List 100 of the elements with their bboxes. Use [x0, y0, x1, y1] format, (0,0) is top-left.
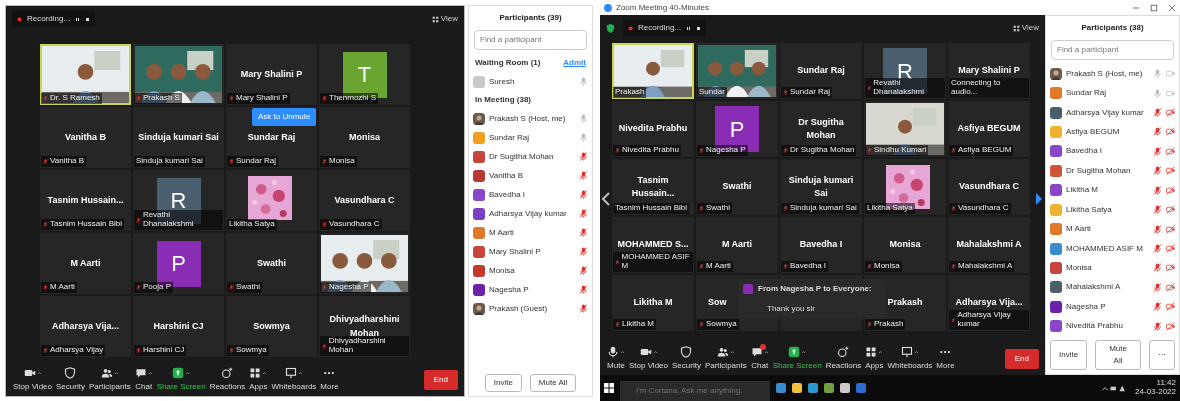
grid-icon	[431, 15, 439, 23]
panel-button[interactable]: Invite	[1050, 340, 1088, 370]
record-dot-icon	[628, 25, 633, 31]
participant-row[interactable]: Sundar Raj	[1046, 83, 1179, 103]
caret-icon[interactable]	[801, 349, 807, 355]
participant-row[interactable]: MOHAMMED ASIF M	[1046, 238, 1179, 259]
participant-row[interactable]: Prakash S (Host, me)	[469, 109, 592, 128]
caret-icon[interactable]	[113, 370, 119, 376]
panel-button[interactable]: Invite	[484, 374, 522, 392]
toolbar-button[interactable]: More	[319, 367, 340, 393]
participant-row[interactable]: Nagesha P	[1046, 297, 1179, 317]
taskbar-app-icon[interactable]	[776, 383, 786, 393]
caret-icon[interactable]	[620, 349, 625, 355]
taskbar-app-icon[interactable]	[840, 383, 850, 393]
participant-row[interactable]: Mary Shalini P	[469, 242, 592, 261]
pause-icon[interactable]	[75, 16, 81, 22]
toolbar-button[interactable]: Apps	[864, 346, 885, 372]
caret-icon[interactable]	[147, 370, 153, 376]
toolbar-button[interactable]: Reactions	[208, 367, 247, 393]
toolbar-button[interactable]: Participants	[703, 346, 748, 372]
participant-row[interactable]: Adharsya Vijay kumar	[1046, 102, 1179, 123]
participant-row[interactable]: Sundar Raj	[469, 128, 592, 147]
participant-row[interactable]: Bavedha I	[469, 185, 592, 204]
participant-row[interactable]: Likitha M	[1046, 180, 1179, 200]
participant-name: Swathi	[256, 256, 287, 270]
caret-icon[interactable]	[297, 370, 303, 376]
caret-icon[interactable]	[913, 349, 919, 355]
caret-icon[interactable]	[185, 370, 191, 376]
participant-row[interactable]: Suresh	[469, 72, 592, 91]
participant-row[interactable]: Likitha Satya	[1046, 199, 1179, 220]
pause-icon[interactable]	[686, 25, 692, 31]
close-icon[interactable]	[1168, 3, 1176, 12]
toolbar-button[interactable]: Security	[671, 346, 702, 372]
panel-button[interactable]: Mute All	[1095, 340, 1141, 370]
toolbar-button[interactable]: Stop Video	[12, 367, 53, 393]
start-icon[interactable]	[604, 383, 614, 393]
taskbar-app-icon[interactable]	[792, 383, 802, 393]
panel-title: Participants (39)	[498, 12, 563, 24]
participant-row[interactable]: Mahalakshmi A	[1046, 277, 1179, 298]
participant-row[interactable]: Vanitha B	[469, 166, 592, 185]
toolbar-button[interactable]: Whiteboards	[886, 346, 934, 372]
panel-button[interactable]: Mute All	[529, 374, 577, 392]
toolbar-button[interactable]: Chat	[133, 367, 154, 393]
participant-row[interactable]: Nivedita Prabhu	[1046, 316, 1179, 336]
participant-row[interactable]: M Aarti	[469, 223, 592, 242]
participant-name: Sundar Raj	[246, 130, 297, 144]
taskbar-app-icon[interactable]	[856, 383, 866, 393]
participant-name: Nivedita Prabhu	[617, 122, 689, 136]
taskbar-app-icon[interactable]	[824, 383, 834, 393]
participant-row[interactable]: Prakash S (Host, me)	[1046, 64, 1179, 84]
section-header: Waiting Room (1)	[475, 57, 541, 69]
toolbar-button[interactable]: Share Screen	[155, 367, 207, 393]
maximize-icon[interactable]	[1150, 3, 1158, 12]
view-button[interactable]: View	[431, 13, 458, 25]
name-label: MOHAMMED ASIF M	[613, 252, 693, 272]
toolbar-button[interactable]: Share Screen	[771, 346, 823, 372]
search-field[interactable]: Find a participant	[474, 30, 587, 50]
recording-label: Recording...	[27, 13, 71, 25]
more-button[interactable]: ···	[1149, 340, 1175, 370]
shield-icon	[64, 367, 77, 379]
participant-row[interactable]: M Aarti	[1046, 219, 1179, 239]
toolbar-button[interactable]: Mute	[606, 346, 626, 372]
name-label: Sundar Raj	[781, 87, 833, 98]
toolbar-button[interactable]: Stop Video	[628, 346, 669, 372]
participant-row[interactable]: Nagesha P	[469, 280, 592, 299]
toolbar-button[interactable]: Security	[55, 367, 86, 393]
previous-page-icon[interactable]	[602, 192, 610, 206]
end-button[interactable]: End	[1004, 349, 1039, 369]
name-label: Swathi	[227, 282, 262, 293]
search-field[interactable]: Find a participant	[1051, 40, 1174, 60]
toolbar-button[interactable]: Whiteboards	[270, 367, 318, 393]
caret-icon[interactable]	[763, 349, 769, 355]
name-label: Tasnim Hussain Bibi	[41, 219, 125, 230]
participant-row[interactable]: Asfiya BEGUM	[1046, 122, 1179, 142]
participant-row[interactable]: Prakash (Guest)	[469, 299, 592, 318]
toolbar-button[interactable]: Chat	[749, 346, 770, 372]
video-camera-icon	[639, 346, 652, 358]
participant-row[interactable]: Dr Sugitha Mohan	[469, 147, 592, 166]
caret-icon[interactable]	[729, 349, 735, 355]
participant-row[interactable]: Monisa	[1046, 258, 1179, 278]
caret-icon[interactable]	[652, 349, 658, 355]
toolbar-button[interactable]: Apps	[248, 367, 269, 393]
view-button[interactable]: View	[1012, 22, 1039, 34]
participant-row[interactable]: Adharsya Vijay kumar	[469, 204, 592, 223]
stop-icon[interactable]	[85, 16, 91, 22]
toolbar-button[interactable]: Reactions	[824, 346, 863, 372]
taskbar-app-icon[interactable]	[808, 383, 818, 393]
toolbar-button[interactable]: More	[935, 346, 956, 372]
caret-icon[interactable]	[36, 370, 42, 376]
participant-row[interactable]: Bavedha I	[1046, 141, 1179, 162]
stop-icon[interactable]	[696, 25, 702, 31]
next-page-icon[interactable]	[1035, 192, 1043, 206]
participant-row[interactable]: Monisa	[469, 261, 592, 280]
caret-icon[interactable]	[262, 370, 268, 376]
toolbar-button[interactable]: Participants	[87, 367, 132, 393]
user-photo-icon	[473, 302, 485, 315]
end-button[interactable]: End	[423, 370, 458, 390]
participant-row[interactable]: Dr Sugitha Mohan	[1046, 161, 1179, 181]
chat-message: Thank you sir	[767, 303, 817, 315]
caret-icon[interactable]	[878, 349, 884, 355]
